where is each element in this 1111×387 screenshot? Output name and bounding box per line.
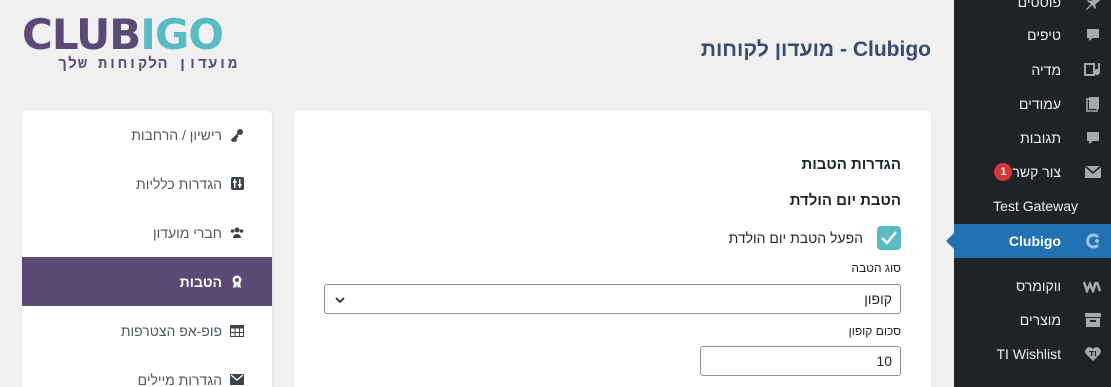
- media-icon: [1083, 60, 1103, 80]
- chevron-down-icon: [335, 291, 345, 307]
- enable-birthday-benefit-checkbox[interactable]: [877, 226, 901, 250]
- wp-menu-item-ti-wishlist[interactable]: TI Wishlist TI: [954, 337, 1111, 371]
- wp-menu-label: עמודים: [1018, 96, 1061, 112]
- clubigo-icon: [1083, 231, 1103, 251]
- nav-item-license[interactable]: רישיון / הרחבות: [22, 110, 272, 159]
- wp-menu-label: צור קשר: [1012, 164, 1061, 180]
- coupon-amount-label: סכום קופון: [848, 324, 901, 338]
- benefit-type-select[interactable]: קופון: [324, 284, 901, 314]
- wp-menu-label: פוסטים: [1017, 0, 1061, 10]
- logo-text-igo: IGO: [140, 10, 224, 59]
- users-icon: [230, 226, 244, 240]
- wp-menu-item-comments[interactable]: תגובות: [954, 121, 1111, 155]
- key-icon: [230, 128, 244, 142]
- nav-item-email-settings[interactable]: הגדרות מיילים: [22, 355, 272, 387]
- wp-menu-label: Test Gateway: [993, 198, 1078, 214]
- wp-menu-item-tips[interactable]: טיפים: [954, 18, 1111, 52]
- enable-birthday-benefit-label: הפעל הטבת יום הולדת: [728, 230, 863, 246]
- wp-menu-label: מדיה: [1031, 62, 1061, 78]
- wp-menu-item-woocommerce[interactable]: ווקומרס: [954, 269, 1111, 303]
- wp-menu-label: Clubigo: [1008, 233, 1061, 249]
- nav-item-general-settings[interactable]: הגדרות כלליות: [22, 159, 272, 208]
- nav-item-label: הגדרות מיילים: [137, 371, 222, 387]
- wp-menu-item-clubigo[interactable]: Clubigo: [946, 224, 1111, 258]
- pages-icon: [1083, 94, 1103, 114]
- table-icon: [230, 324, 244, 338]
- benefit-type-label: סוג הטבה: [851, 261, 901, 275]
- wp-menu-item-contact[interactable]: 1 צור קשר: [954, 155, 1111, 189]
- check-icon: [881, 231, 897, 245]
- comment-icon: [1083, 25, 1103, 45]
- wp-menu-label: מוצרים: [1019, 312, 1061, 328]
- wp-menu-item-media[interactable]: מדיה: [954, 53, 1111, 87]
- wp-menu-label: טיפים: [1027, 27, 1061, 43]
- wp-menu-item-pages[interactable]: עמודים: [954, 87, 1111, 121]
- nav-item-label: הגדרות כלליות: [136, 175, 222, 192]
- svg-text:TI: TI: [1089, 350, 1096, 358]
- enable-birthday-benefit-row: הפעל הטבת יום הולדת: [729, 226, 901, 250]
- wp-menu-label: ווקומרס: [1015, 278, 1061, 294]
- nav-item-label: הטבות: [179, 273, 222, 290]
- settings-nav: רישיון / הרחבות הגדרות כלליות חברי מועדו…: [22, 110, 272, 387]
- nav-item-signup-popup[interactable]: פופ-אפ הצטרפות: [22, 306, 272, 355]
- mail-icon: [1083, 162, 1103, 182]
- clubigo-logo: CLUBIGO מועדון הלקוחות שלך: [22, 14, 242, 74]
- logo-text-club: CLUB: [22, 10, 141, 59]
- logo-wordmark: CLUBIGO: [22, 14, 242, 56]
- notification-badge: 1: [994, 163, 1013, 181]
- coupon-amount-input[interactable]: [700, 346, 901, 376]
- nav-item-club-members[interactable]: חברי מועדון: [22, 208, 272, 257]
- nav-item-label: חברי מועדון: [152, 224, 222, 241]
- page-title: Clubigo - מועדון לקוחות: [700, 38, 931, 61]
- comment-icon: [1083, 128, 1103, 148]
- wp-admin-menu: פוסטים טיפים מדיה עמודים תגובות 1 צור קש…: [946, 0, 1111, 387]
- section-title: הגדרות הטבות: [801, 156, 901, 173]
- wp-menu-item-test-gateway[interactable]: Test Gateway: [954, 189, 1111, 223]
- benefits-settings-card: הגדרות הטבות הטבת יום הולדת הפעל הטבת יו…: [294, 110, 931, 387]
- nav-item-label: רישיון / הרחבות: [131, 126, 222, 143]
- wp-menu-label: TI Wishlist: [996, 346, 1061, 362]
- heart-icon: TI: [1083, 344, 1103, 364]
- wp-menu-item-products[interactable]: מוצרים: [954, 303, 1111, 337]
- archive-icon: [1083, 310, 1103, 330]
- wp-menu-label: תגובות: [1020, 130, 1061, 146]
- settings-sliders-icon: [230, 177, 244, 191]
- wp-menu-item-posts[interactable]: פוסטים: [954, 0, 1111, 19]
- pin-icon: [1083, 0, 1103, 12]
- nav-item-benefits[interactable]: הטבות: [22, 257, 272, 306]
- nav-item-label: פופ-אפ הצטרפות: [120, 322, 222, 339]
- award-icon: [230, 275, 244, 289]
- benefit-type-value: קופון: [864, 291, 892, 307]
- woocommerce-icon: [1083, 276, 1103, 296]
- subsection-title: הטבת יום הולדת: [789, 192, 901, 209]
- mail-icon: [230, 373, 244, 387]
